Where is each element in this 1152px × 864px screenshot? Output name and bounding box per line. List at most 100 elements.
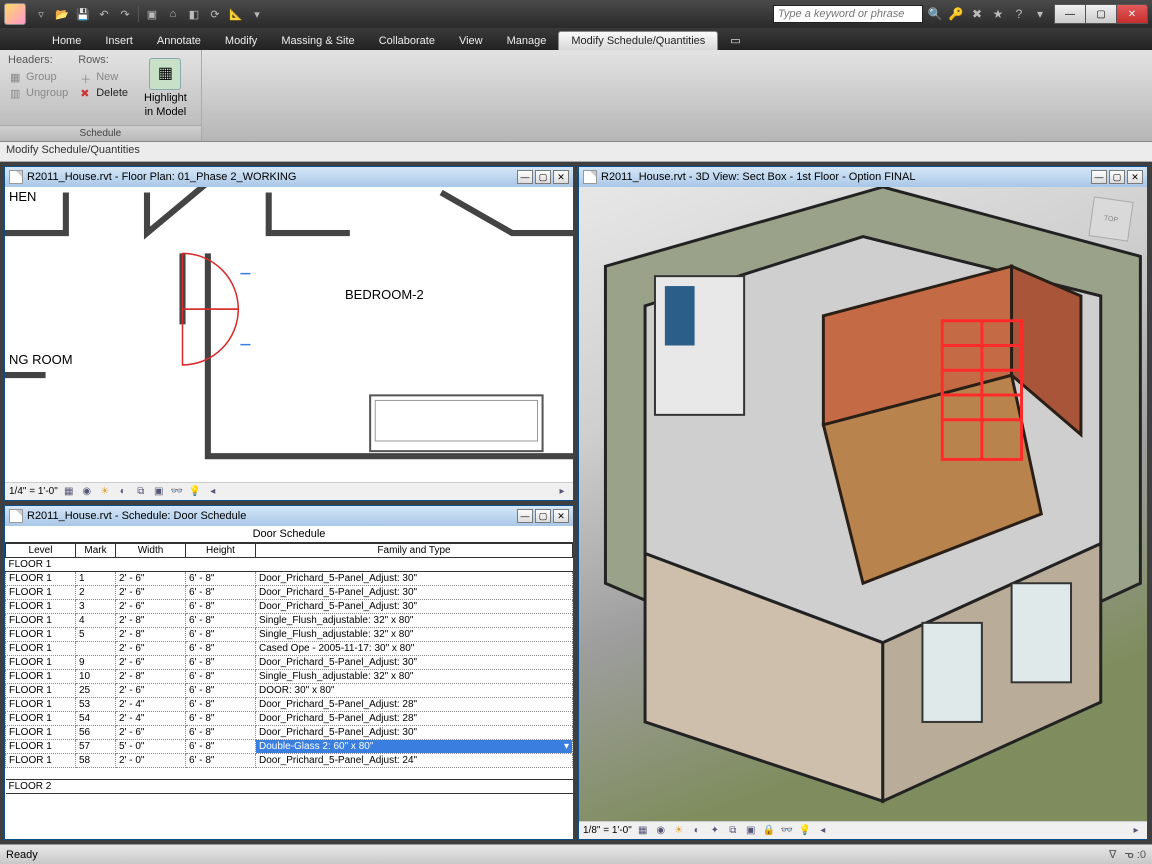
schedule-group-row[interactable]: FLOOR 1 <box>6 558 573 572</box>
schedule-body[interactable]: Door Schedule LevelMarkWidthHeightFamily… <box>5 526 573 839</box>
qat-select-icon[interactable]: ▣ <box>143 5 161 23</box>
qat-open-icon[interactable]: 📂 <box>53 5 71 23</box>
schedule-col-header[interactable]: Height <box>186 544 256 558</box>
help-icon[interactable]: ? <box>1010 5 1028 23</box>
schedule-table[interactable]: LevelMarkWidthHeightFamily and Type FLOO… <box>5 543 573 794</box>
exchange-icon[interactable]: ✖ <box>968 5 986 23</box>
shadows-icon[interactable]: ◐ <box>690 824 704 838</box>
shadows-icon[interactable]: ◐ <box>116 485 130 499</box>
schedule-col-header[interactable]: Mark <box>76 544 116 558</box>
tab-modify[interactable]: Modify <box>213 32 269 50</box>
new-row-button[interactable]: ＋New <box>78 70 130 84</box>
tab-modify-schedule-quantities[interactable]: Modify Schedule/Quantities <box>558 31 718 50</box>
qat-undo-icon[interactable]: ↶ <box>95 5 113 23</box>
floorplan-titlebar[interactable]: R2011_House.rvt - Floor Plan: 01_Phase 2… <box>5 167 573 187</box>
binoculars-icon[interactable]: 🔍 <box>926 5 944 23</box>
qat-section-icon[interactable]: ◧ <box>185 5 203 23</box>
hide-icon[interactable]: 👓 <box>170 485 184 499</box>
tab-home[interactable]: Home <box>40 32 93 50</box>
help-dropdown-icon[interactable]: ▾ <box>1031 5 1049 23</box>
pane-close-button[interactable]: ✕ <box>553 170 569 184</box>
pane-minimize-button[interactable]: — <box>517 509 533 523</box>
table-row[interactable]: FLOOR 112' - 6"6' - 8"Door_Prichard_5-Pa… <box>6 572 573 586</box>
floorplan-canvas[interactable]: BEDROOM-2 HEN NG ROOM <box>5 187 573 482</box>
pane-maximize-button[interactable]: ▢ <box>535 509 551 523</box>
table-row[interactable]: FLOOR 1562' - 6"6' - 8"Door_Prichard_5-P… <box>6 726 573 740</box>
ungroup-headers-button[interactable]: ▥Ungroup <box>8 86 70 100</box>
tab-addins[interactable]: ▭ <box>718 31 752 50</box>
reveal-icon[interactable]: 💡 <box>188 485 202 499</box>
qat-redo-icon[interactable]: ↷ <box>116 5 134 23</box>
lock-icon[interactable]: 🔒 <box>762 824 776 838</box>
table-row[interactable]: FLOOR 1542' - 4"6' - 8"Door_Prichard_5-P… <box>6 712 573 726</box>
schedule-col-header[interactable]: Family and Type <box>256 544 573 558</box>
close-button[interactable]: ✕ <box>1116 4 1148 24</box>
crop-icon[interactable]: ⧉ <box>134 485 148 499</box>
table-row[interactable]: FLOOR 1102' - 8"6' - 8"Single_Flush_adju… <box>6 670 573 684</box>
scroll-left-icon[interactable]: ◂ <box>206 485 220 499</box>
detail-level-icon[interactable]: ▦ <box>62 485 76 499</box>
view3d-titlebar[interactable]: R2011_House.rvt - 3D View: Sect Box - 1s… <box>579 167 1147 187</box>
key-icon[interactable]: 🔑 <box>947 5 965 23</box>
table-row[interactable]: FLOOR 1575' - 0"6' - 8"Double-Glass 2: 6… <box>6 740 573 754</box>
table-row[interactable]: FLOOR 142' - 8"6' - 8"Single_Flush_adjus… <box>6 614 573 628</box>
search-input[interactable] <box>773 5 923 23</box>
sun-path-icon[interactable]: ☀ <box>672 824 686 838</box>
reveal-icon[interactable]: 💡 <box>798 824 812 838</box>
view3d-scale[interactable]: 1/8" = 1'-0" <box>583 825 632 836</box>
pane-minimize-button[interactable]: — <box>1091 170 1107 184</box>
minimize-button[interactable]: — <box>1054 4 1086 24</box>
detail-level-icon[interactable]: ▦ <box>636 824 650 838</box>
visual-style-icon[interactable]: ◉ <box>80 485 94 499</box>
maximize-button[interactable]: ▢ <box>1085 4 1117 24</box>
qat-new-icon[interactable]: ▿ <box>32 5 50 23</box>
pane-maximize-button[interactable]: ▢ <box>535 170 551 184</box>
qat-measure-icon[interactable]: 📐 <box>227 5 245 23</box>
qat-3d-icon[interactable]: ⌂ <box>164 5 182 23</box>
sun-path-icon[interactable]: ☀ <box>98 485 112 499</box>
tab-manage[interactable]: Manage <box>495 32 559 50</box>
tab-insert[interactable]: Insert <box>93 32 145 50</box>
delete-row-button[interactable]: ✖Delete <box>78 86 130 100</box>
tab-view[interactable]: View <box>447 32 495 50</box>
rendering-icon[interactable]: ✦ <box>708 824 722 838</box>
crop-region-icon[interactable]: ▣ <box>744 824 758 838</box>
scroll-right-icon[interactable]: ▸ <box>555 485 569 499</box>
pane-maximize-button[interactable]: ▢ <box>1109 170 1125 184</box>
pane-close-button[interactable]: ✕ <box>1127 170 1143 184</box>
scroll-right-icon[interactable]: ▸ <box>1129 824 1143 838</box>
table-row[interactable]: FLOOR 1252' - 6"6' - 8"DOOR: 30" x 80" <box>6 684 573 698</box>
highlight-in-model-button[interactable]: ▦ Highlight in Model <box>138 54 193 121</box>
schedule-group-row[interactable]: FLOOR 2 <box>6 780 573 794</box>
view3d-canvas[interactable]: TOP <box>579 187 1147 821</box>
floorplan-scale[interactable]: 1/4" = 1'-0" <box>9 486 58 497</box>
tab-massing-site[interactable]: Massing & Site <box>269 32 366 50</box>
qat-dropdown-icon[interactable]: ▾ <box>248 5 266 23</box>
table-row[interactable]: FLOOR 152' - 8"6' - 8"Single_Flush_adjus… <box>6 628 573 642</box>
qat-sync-icon[interactable]: ⟳ <box>206 5 224 23</box>
pane-minimize-button[interactable]: — <box>517 170 533 184</box>
table-row[interactable]: FLOOR 192' - 6"6' - 8"Door_Prichard_5-Pa… <box>6 656 573 670</box>
schedule-col-header[interactable]: Level <box>6 544 76 558</box>
group-headers-button[interactable]: ▦Group <box>8 70 70 84</box>
pane-close-button[interactable]: ✕ <box>553 509 569 523</box>
schedule-col-header[interactable]: Width <box>116 544 186 558</box>
table-row[interactable]: FLOOR 1532' - 4"6' - 8"Door_Prichard_5-P… <box>6 698 573 712</box>
viewcube[interactable]: TOP <box>1088 196 1133 241</box>
visual-style-icon[interactable]: ◉ <box>654 824 668 838</box>
table-row[interactable]: FLOOR 1582' - 0"6' - 8"Door_Prichard_5-P… <box>6 754 573 768</box>
schedule-titlebar[interactable]: R2011_House.rvt - Schedule: Door Schedul… <box>5 506 573 526</box>
tab-annotate[interactable]: Annotate <box>145 32 213 50</box>
table-row[interactable]: FLOOR 12' - 6"6' - 8"Cased Ope - 2005-11… <box>6 642 573 656</box>
scroll-left-icon[interactable]: ◂ <box>816 824 830 838</box>
hide-icon[interactable]: 👓 <box>780 824 794 838</box>
app-menu-button[interactable] <box>4 3 26 25</box>
favorite-icon[interactable]: ★ <box>989 5 1007 23</box>
crop-icon[interactable]: ⧉ <box>726 824 740 838</box>
table-row[interactable]: FLOOR 122' - 6"6' - 8"Door_Prichard_5-Pa… <box>6 586 573 600</box>
crop-region-icon[interactable]: ▣ <box>152 485 166 499</box>
tab-collaborate[interactable]: Collaborate <box>367 32 447 50</box>
qat-save-icon[interactable]: 💾 <box>74 5 92 23</box>
filter-icon[interactable]: ∇ <box>1109 848 1116 861</box>
table-row[interactable]: FLOOR 132' - 6"6' - 8"Door_Prichard_5-Pa… <box>6 600 573 614</box>
